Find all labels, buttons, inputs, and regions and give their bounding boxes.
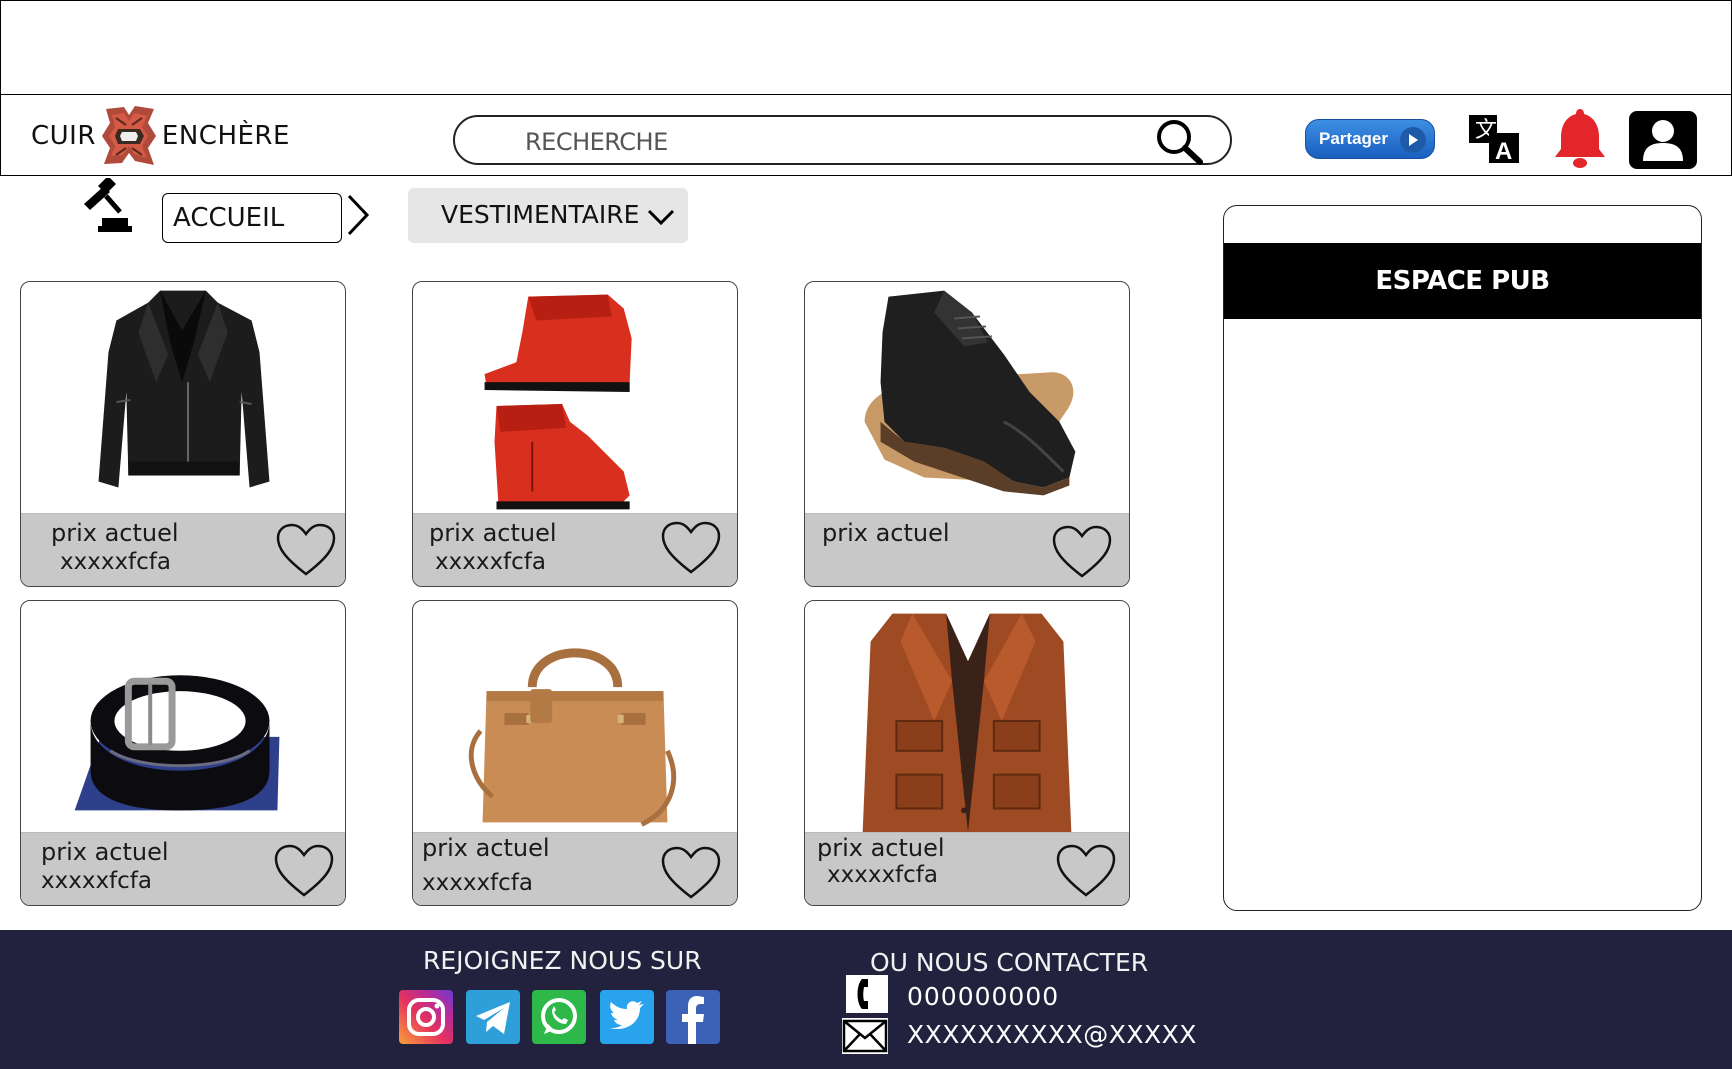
social-title: REJOIGNEZ NOUS SUR xyxy=(423,946,702,975)
brown-leather-jacket-image[interactable] xyxy=(805,601,1129,833)
bell-icon[interactable] xyxy=(1551,105,1609,169)
heart-icon[interactable] xyxy=(660,520,722,576)
top-banner xyxy=(0,0,1732,95)
card-footer: prix actuel xxxxxfcfa xyxy=(21,832,345,905)
ad-panel: ESPACE PUB xyxy=(1223,205,1702,911)
search-icon[interactable] xyxy=(1152,117,1208,165)
card-footer: prix actuel xxxxxfcfa xyxy=(413,513,737,586)
telegram-icon[interactable] xyxy=(466,990,520,1044)
logo-text-right: ENCHÈRE xyxy=(161,121,290,151)
price-value: xxxxxfcfa xyxy=(422,870,533,896)
heart-icon[interactable] xyxy=(1051,524,1113,580)
logo-mark-icon xyxy=(101,106,156,165)
instagram-icon[interactable] xyxy=(399,990,453,1044)
price-label: prix actuel xyxy=(422,834,550,862)
category-dropdown[interactable]: VESTIMENTAIRE xyxy=(408,188,688,243)
price-value: xxxxxfcfa xyxy=(41,868,152,894)
translate-icon[interactable]: 文 A xyxy=(1467,113,1521,165)
price-label: prix actuel xyxy=(822,519,950,547)
black-leather-jacket-image[interactable] xyxy=(21,282,345,514)
heart-icon[interactable] xyxy=(660,845,722,901)
card-footer: prix actuel xxxxxfcfa xyxy=(805,832,1129,905)
header-bar: CUIR ENCHÈRE RECHERCHE Partager 文 A xyxy=(0,94,1732,176)
footer: REJOIGNEZ NOUS SUR OU NOUS CONTACTER 000… xyxy=(0,930,1732,1069)
ad-banner: ESPACE PUB xyxy=(1224,243,1701,319)
product-card[interactable]: prix actuel xyxy=(804,281,1130,587)
price-label: prix actuel xyxy=(41,838,169,866)
heart-icon[interactable] xyxy=(275,522,337,578)
user-profile-icon[interactable] xyxy=(1629,111,1697,169)
email-address[interactable]: XXXXXXXXXX@XXXXX xyxy=(907,1020,1197,1049)
black-leather-belt-image[interactable] xyxy=(21,601,345,833)
share-button-label: Partager xyxy=(1319,129,1388,148)
price-value: xxxxxfcfa xyxy=(435,549,546,575)
chevron-right-icon xyxy=(347,194,370,236)
product-card[interactable]: prix actuel xxxxxfcfa xyxy=(20,281,346,587)
product-card[interactable]: prix actuel xxxxxfcfa xyxy=(20,600,346,906)
category-dropdown-label: VESTIMENTAIRE xyxy=(441,200,640,229)
red-leather-boots-image[interactable] xyxy=(413,282,737,514)
price-label: prix actuel xyxy=(817,834,945,862)
whatsapp-icon[interactable] xyxy=(532,990,586,1044)
mail-icon xyxy=(842,1018,888,1054)
search-input[interactable]: RECHERCHE xyxy=(525,128,668,156)
share-button[interactable]: Partager xyxy=(1305,119,1435,159)
card-footer: prix actuel xxxxxfcfa xyxy=(413,832,737,905)
chevron-down-icon xyxy=(647,209,675,226)
black-leather-shoe-image[interactable] xyxy=(805,282,1129,514)
phone-number[interactable]: 000000000 xyxy=(907,982,1059,1011)
price-value: xxxxxfcfa xyxy=(827,862,938,888)
twitter-icon[interactable] xyxy=(600,990,654,1044)
heart-icon[interactable] xyxy=(273,843,335,899)
product-card[interactable]: prix actuel xxxxxfcfa xyxy=(412,281,738,587)
price-label: prix actuel xyxy=(429,519,557,547)
phone-icon xyxy=(846,975,888,1013)
card-footer: prix actuel xyxy=(805,513,1129,586)
contact-title: OU NOUS CONTACTER xyxy=(870,948,1149,977)
heart-icon[interactable] xyxy=(1055,843,1117,899)
svg-text:A: A xyxy=(1495,138,1512,165)
card-footer: prix actuel xxxxxfcfa xyxy=(21,513,345,586)
facebook-icon[interactable] xyxy=(666,990,720,1044)
tan-leather-handbag-image[interactable] xyxy=(413,601,737,833)
product-card[interactable]: prix actuel xxxxxfcfa xyxy=(412,600,738,906)
breadcrumb-home[interactable]: ACCUEIL xyxy=(162,193,342,243)
site-logo[interactable]: CUIR ENCHÈRE xyxy=(31,103,290,169)
price-value: xxxxxfcfa xyxy=(60,549,171,575)
gavel-icon xyxy=(84,178,132,232)
logo-text-left: CUIR xyxy=(31,121,96,151)
search-bar[interactable]: RECHERCHE xyxy=(453,115,1232,165)
play-icon xyxy=(1400,127,1426,153)
product-card[interactable]: prix actuel xxxxxfcfa xyxy=(804,600,1130,906)
price-label: prix actuel xyxy=(51,519,179,547)
